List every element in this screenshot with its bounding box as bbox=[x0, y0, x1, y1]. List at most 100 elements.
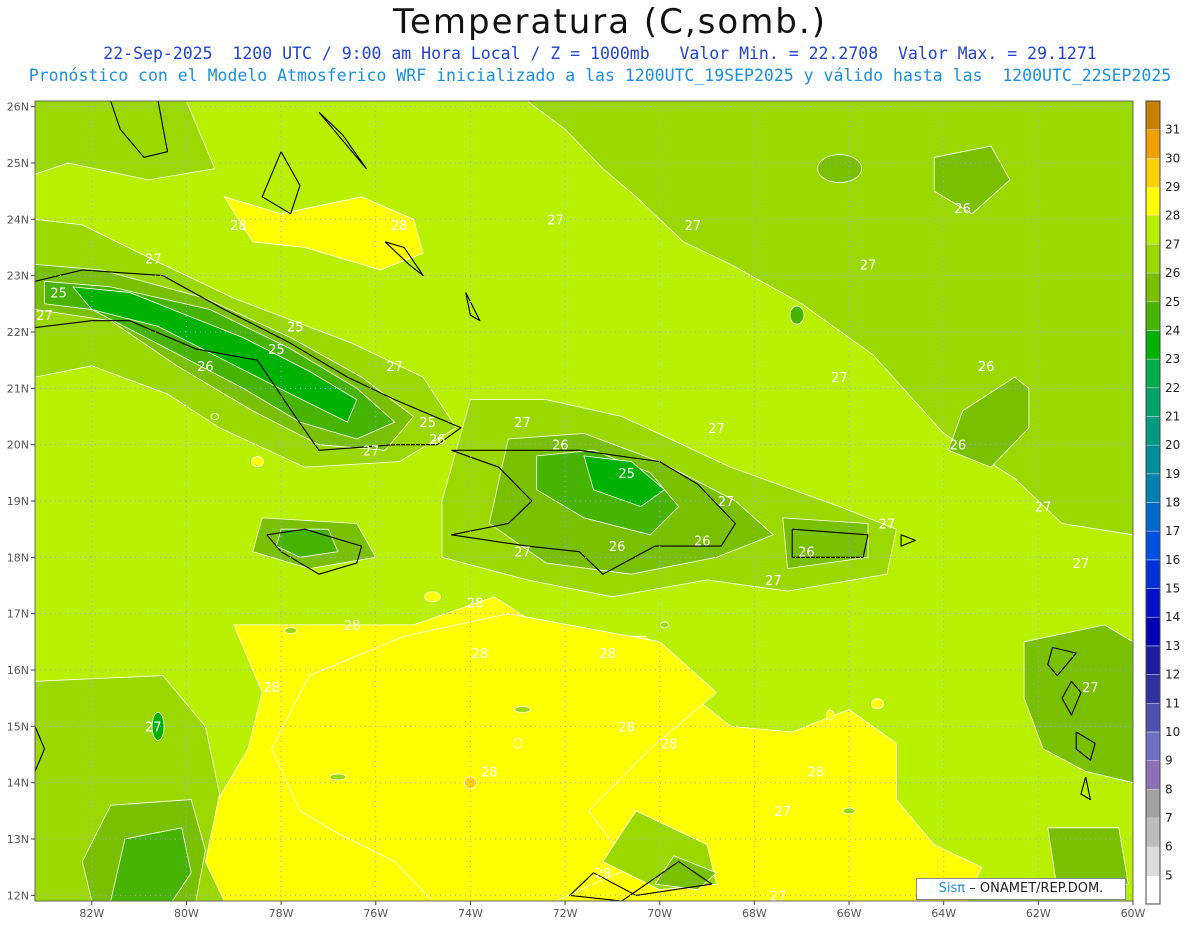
contour-label: 26 bbox=[798, 546, 815, 561]
colorbar-label: 8 bbox=[1165, 782, 1173, 796]
colorbar-label: 13 bbox=[1165, 639, 1180, 653]
colorbar-label: 28 bbox=[1165, 209, 1180, 223]
temp-spot bbox=[329, 773, 347, 781]
contour-label: 27 bbox=[386, 360, 403, 375]
tick-label-lon: 72W bbox=[553, 907, 578, 920]
contour-label: 27 bbox=[765, 574, 782, 589]
tick-label-lat: 21N bbox=[7, 382, 29, 395]
tick-label-lon: 60W bbox=[1121, 907, 1146, 920]
contour-label: 28 bbox=[808, 765, 825, 780]
tick-label-lon: 64W bbox=[931, 907, 956, 920]
colorbar-label: 27 bbox=[1165, 237, 1180, 251]
contour-label: 25 bbox=[420, 416, 437, 431]
tick-label-lat: 22N bbox=[7, 326, 29, 339]
colorbar-label: 21 bbox=[1165, 409, 1180, 423]
tick-label-lat: 14N bbox=[7, 777, 29, 790]
tick-label-lon: 68W bbox=[742, 907, 767, 920]
contour-label: 26 bbox=[609, 540, 626, 555]
colorbar-segment bbox=[1145, 330, 1161, 360]
credit-text: – ONAMET/REP.DOM. bbox=[969, 881, 1104, 896]
contour-label: 27 bbox=[514, 416, 531, 431]
colorbar-segment bbox=[1145, 100, 1161, 130]
tick-label-lat: 12N bbox=[7, 889, 29, 902]
colorbar-segment bbox=[1145, 731, 1161, 761]
colorbar-label: 23 bbox=[1165, 352, 1180, 366]
tick-label-lon: 70W bbox=[647, 907, 672, 920]
contour-label: 25 bbox=[618, 467, 635, 482]
contour-label: 27 bbox=[1035, 501, 1052, 516]
colorbar-label: 14 bbox=[1165, 610, 1180, 624]
contour-label: 27 bbox=[363, 444, 380, 459]
colorbar-segment bbox=[1145, 588, 1161, 618]
contour-label: 27 bbox=[860, 258, 877, 273]
colorbar-label: 11 bbox=[1165, 696, 1180, 710]
temp-spot bbox=[251, 456, 264, 467]
contour-label: 27 bbox=[547, 213, 564, 228]
contour-label: 28 bbox=[595, 867, 612, 882]
colorbar-label: 7 bbox=[1165, 811, 1173, 825]
colorbar-segment bbox=[1145, 760, 1161, 790]
colorbar-segment bbox=[1145, 158, 1161, 188]
tick-label-lat: 24N bbox=[7, 213, 29, 226]
temp-spot-26 bbox=[817, 154, 862, 184]
colorbar-label: 24 bbox=[1165, 323, 1180, 337]
tick-label-lat: 15N bbox=[7, 720, 29, 733]
contour-label: 27 bbox=[36, 309, 53, 324]
tick-label-lat: 25N bbox=[7, 157, 29, 170]
tick-label-lon: 78W bbox=[269, 907, 294, 920]
colorbar-label: 6 bbox=[1165, 840, 1173, 854]
tick-label-lat: 13N bbox=[7, 833, 29, 846]
contour-label: 28 bbox=[599, 647, 616, 662]
tick-label-lat: 26N bbox=[7, 101, 29, 114]
colorbar-label: 20 bbox=[1165, 438, 1180, 452]
colorbar-label: 22 bbox=[1165, 381, 1180, 395]
colorbar-segment bbox=[1145, 186, 1161, 217]
tick-label-lat: 20N bbox=[7, 439, 29, 452]
contour-label: 26 bbox=[954, 202, 971, 217]
contour-label: 28 bbox=[618, 720, 635, 735]
colorbar-label: 10 bbox=[1165, 725, 1180, 739]
colorbar-segment bbox=[1145, 817, 1161, 847]
colorbar-segment bbox=[1145, 473, 1161, 503]
colorbar-segment bbox=[1145, 530, 1161, 561]
contour-label: 26 bbox=[197, 360, 214, 375]
temperature-map: 28 28272527252526 272526272726252727 272726… bbox=[7, 100, 1180, 920]
tick-label-lat: 23N bbox=[7, 270, 29, 283]
contour-label: 28 bbox=[230, 219, 247, 234]
colorbar-segment bbox=[1145, 444, 1161, 475]
contour-label: 28 bbox=[472, 647, 489, 662]
contour-label: 27 bbox=[685, 219, 702, 234]
contour-label: 27 bbox=[514, 546, 531, 561]
tick-label-lon: 76W bbox=[363, 907, 388, 920]
temp-spot bbox=[424, 591, 441, 603]
tick-label-lat: 18N bbox=[7, 551, 29, 564]
contour-label: 27 bbox=[145, 253, 162, 268]
contour-label: 26 bbox=[694, 534, 711, 549]
contour-label: 27 bbox=[708, 422, 725, 437]
contour-label: 27 bbox=[879, 518, 896, 533]
contour-label: 27 bbox=[718, 495, 735, 510]
contour-label: 26 bbox=[552, 439, 569, 454]
tick-label-lon: 80W bbox=[174, 907, 199, 920]
colorbar-label: 29 bbox=[1165, 180, 1180, 194]
contour-label: 25 bbox=[50, 287, 67, 302]
colorbar-label: 31 bbox=[1165, 123, 1180, 137]
temp-spot bbox=[513, 737, 523, 749]
temp-spot bbox=[871, 698, 884, 710]
colorbar-label: 18 bbox=[1165, 496, 1180, 510]
colorbar-label: 19 bbox=[1165, 467, 1180, 481]
credit-box: Sisπ – ONAMET/REP.DOM. bbox=[916, 878, 1126, 900]
colorbar-label: 5 bbox=[1165, 868, 1173, 882]
colorbar-segment bbox=[1145, 387, 1161, 417]
colorbar-segment bbox=[1145, 674, 1161, 704]
colorbar-segment bbox=[1145, 416, 1161, 446]
tick-label-lon: 62W bbox=[1026, 907, 1051, 920]
colorbar-segment bbox=[1145, 702, 1161, 733]
contour-label: 26 bbox=[429, 433, 446, 448]
contour-label: 26 bbox=[950, 439, 967, 454]
credit-brand: Sisπ bbox=[938, 881, 966, 896]
colorbar-label: 26 bbox=[1165, 266, 1180, 280]
colorbar-label: 15 bbox=[1165, 582, 1180, 596]
tick-label-lat: 19N bbox=[7, 495, 29, 508]
tick-label-lat: 17N bbox=[7, 608, 29, 621]
